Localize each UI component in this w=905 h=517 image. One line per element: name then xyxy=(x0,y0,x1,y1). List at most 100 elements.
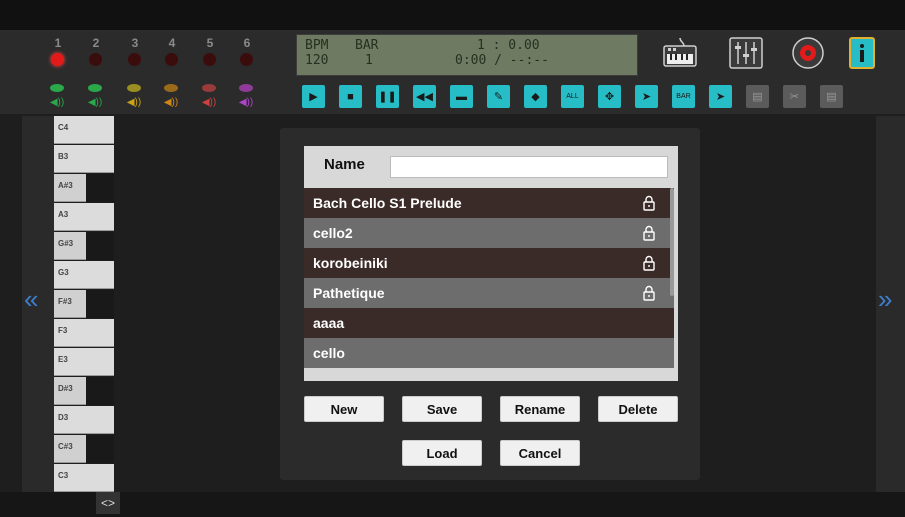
piano-key[interactable]: C4 xyxy=(54,116,114,144)
paste-icon[interactable]: ▤ xyxy=(820,85,843,108)
piano-key-label: G3 xyxy=(58,268,69,277)
track-visibility-eye-icon[interactable] xyxy=(127,84,141,92)
select-icon[interactable]: ➤ xyxy=(635,85,658,108)
file-list-item[interactable]: Bach Cello S1 Prelude xyxy=(304,188,674,218)
piano-key-label: C4 xyxy=(58,123,69,132)
piano-key[interactable]: A3 xyxy=(54,203,114,231)
copy-icon[interactable]: ▤ xyxy=(746,85,769,108)
track-speaker-icon[interactable]: ◀)) xyxy=(84,98,106,108)
track-record-button[interactable] xyxy=(128,53,141,66)
rewind-icon[interactable]: ◀◀ xyxy=(413,85,436,108)
track-record-button[interactable] xyxy=(240,53,253,66)
piano-key[interactable]: E3 xyxy=(54,348,114,376)
track-visibility-eye-icon[interactable] xyxy=(50,84,64,92)
resize-toggle-button[interactable]: <> xyxy=(96,492,120,514)
track-number: 1 xyxy=(54,36,62,50)
piano-key-label: D3 xyxy=(58,413,69,422)
track-number: 3 xyxy=(131,36,139,50)
piano-black-key[interactable] xyxy=(86,174,114,202)
save-button[interactable]: Save xyxy=(402,396,482,422)
rename-button[interactable]: Rename xyxy=(500,396,580,422)
file-browser: Name Bach Cello S1 Prelude cello2 korobein… xyxy=(304,146,678,381)
piano-key-label: A#3 xyxy=(58,181,73,190)
delete-button[interactable]: Delete xyxy=(598,396,678,422)
track-speaker-icon[interactable]: ◀)) xyxy=(46,98,68,108)
piano-key-label: E3 xyxy=(58,355,68,364)
lock-icon xyxy=(643,285,655,301)
piano-key-label: A3 xyxy=(58,210,69,219)
track-record-button[interactable] xyxy=(51,53,64,66)
bpm-value: 120 xyxy=(305,53,329,68)
piano-key[interactable]: F3 xyxy=(54,319,114,347)
info-icon[interactable] xyxy=(848,36,876,70)
track-speaker-icon[interactable]: ◀)) xyxy=(123,98,145,108)
piano-black-key[interactable] xyxy=(86,232,114,260)
piano-key-label: B3 xyxy=(58,152,69,161)
file-list-item[interactable]: aaaa xyxy=(304,308,674,338)
mixer-icon[interactable] xyxy=(728,36,764,70)
record-disc-icon[interactable] xyxy=(790,36,826,70)
keyboard-settings-icon[interactable] xyxy=(662,36,698,70)
file-list[interactable]: Bach Cello S1 Prelude cello2 korobeiniki Pa… xyxy=(304,188,674,377)
track-number: 2 xyxy=(92,36,100,50)
piano-key-label: C#3 xyxy=(58,442,73,451)
load-button[interactable]: Load xyxy=(402,440,482,466)
track-visibility-eye-icon[interactable] xyxy=(88,84,102,92)
pencil-icon[interactable]: ✎ xyxy=(487,85,510,108)
file-list-item[interactable]: Pathetique xyxy=(304,278,674,308)
cancel-button[interactable]: Cancel xyxy=(500,440,580,466)
piano-key[interactable]: C3 xyxy=(54,464,114,492)
move-icon[interactable]: ✥ xyxy=(598,85,621,108)
piano-black-key[interactable] xyxy=(86,377,114,405)
scroll-right-arrow-icon[interactable]: » xyxy=(878,286,892,312)
eraser-icon[interactable]: ◆ xyxy=(524,85,547,108)
select-all-icon[interactable]: ALL xyxy=(561,85,584,108)
track-speaker-icon[interactable]: ◀)) xyxy=(235,98,257,108)
file-dialog: Name Bach Cello S1 Prelude cello2 korobein… xyxy=(280,128,700,480)
track-number: 6 xyxy=(243,36,251,50)
play-icon[interactable]: ▶ xyxy=(302,85,325,108)
bottom-bar xyxy=(0,492,905,517)
cut-icon[interactable]: ✂ xyxy=(783,85,806,108)
track-record-button[interactable] xyxy=(203,53,216,66)
position-readout: 1 : 0.00 xyxy=(477,38,540,53)
name-label: Name xyxy=(324,156,365,173)
piano-key-label: C3 xyxy=(58,471,69,480)
piano-key-label: F#3 xyxy=(58,297,72,306)
pause-icon[interactable]: ❚❚ xyxy=(376,85,399,108)
track-visibility-eye-icon[interactable] xyxy=(164,84,178,92)
piano-key[interactable]: B3 xyxy=(54,145,114,173)
bpm-label: BPM xyxy=(305,38,329,53)
file-name: korobeiniki xyxy=(313,255,388,271)
track-record-button[interactable] xyxy=(89,53,102,66)
new-button[interactable]: New xyxy=(304,396,384,422)
bar-value: 1 xyxy=(365,53,373,68)
name-input[interactable] xyxy=(390,156,668,178)
lock-icon xyxy=(643,225,655,241)
track-speaker-icon[interactable]: ◀)) xyxy=(198,98,220,108)
file-list-item[interactable]: cello2 xyxy=(304,218,674,248)
file-name: aaaa xyxy=(313,315,345,331)
file-list-item[interactable]: cello xyxy=(304,338,674,368)
piano-black-key[interactable] xyxy=(86,435,114,463)
piano-key[interactable]: G3 xyxy=(54,261,114,289)
track-visibility-eye-icon[interactable] xyxy=(202,84,216,92)
lock-icon xyxy=(643,255,655,271)
track-visibility-eye-icon[interactable] xyxy=(239,84,253,92)
bar-select-icon[interactable]: BAR xyxy=(672,85,695,108)
track-record-button[interactable] xyxy=(165,53,178,66)
piano-key-label: F3 xyxy=(58,326,68,335)
track-number: 5 xyxy=(206,36,214,50)
piano-keyboard: C4 B3 A#3 A3 G#3 G3 F#3 F3 E3 D#3 D3 C#3 C3 xyxy=(54,116,114,492)
file-list-scrollbar[interactable] xyxy=(670,188,674,296)
piano-key-label: D#3 xyxy=(58,384,73,393)
save-file-icon[interactable]: ▬ xyxy=(450,85,473,108)
file-name: Pathetique xyxy=(313,285,385,301)
file-list-item[interactable]: korobeiniki xyxy=(304,248,674,278)
stop-icon[interactable]: ■ xyxy=(339,85,362,108)
scroll-left-arrow-icon[interactable]: « xyxy=(24,286,38,312)
piano-key[interactable]: D3 xyxy=(54,406,114,434)
marker-icon[interactable]: ➤ xyxy=(709,85,732,108)
track-speaker-icon[interactable]: ◀)) xyxy=(160,98,182,108)
piano-black-key[interactable] xyxy=(86,290,114,318)
